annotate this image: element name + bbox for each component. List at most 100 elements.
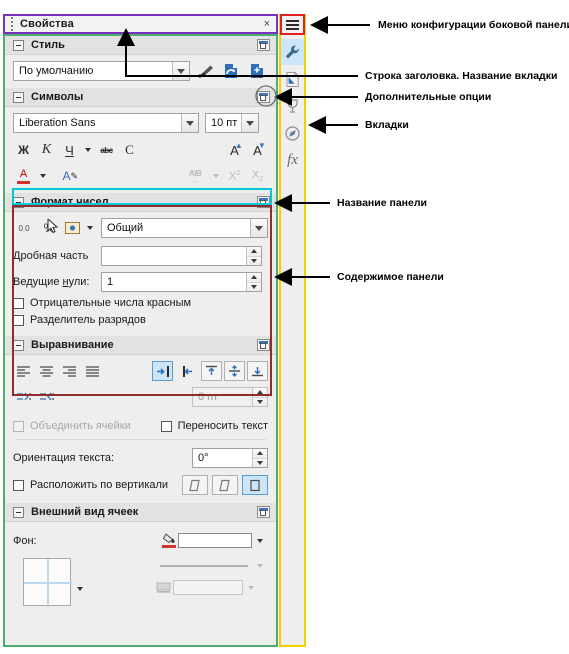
negative-red-checkbox[interactable]: Отрицательные числа красным: [13, 297, 268, 309]
close-icon[interactable]: ×: [264, 18, 270, 30]
character-spacing-button[interactable]: A\B ↔: [182, 166, 208, 186]
panel-body-style: По умолчанию: [5, 55, 276, 88]
background-color-swatch[interactable]: [178, 533, 252, 548]
highlight-color-button[interactable]: A ✎: [56, 166, 78, 186]
checkbox-box: [13, 297, 24, 309]
align-left-button[interactable]: [13, 361, 34, 381]
update-style-icon[interactable]: [221, 61, 242, 81]
annotation-title-bar: Строка заголовка. Название вкладки: [365, 70, 558, 82]
overline-glyph: C: [125, 142, 134, 157]
subscript-button[interactable]: X2: [247, 166, 268, 186]
decrease-font-size-button[interactable]: A ▼: [247, 140, 268, 160]
strikethrough-button[interactable]: abc: [96, 140, 117, 160]
border-style-dropdown-icon[interactable]: [252, 564, 268, 568]
deck-title-bar[interactable]: Свойства ×: [3, 14, 278, 34]
chevron-down-icon[interactable]: [250, 219, 267, 237]
reference-edge-inside-button[interactable]: [242, 475, 268, 495]
panel-header-character[interactable]: Символы: [5, 88, 276, 107]
collapse-icon[interactable]: [13, 196, 24, 208]
annotation-sidebar-settings: Меню конфигурации боковой панели: [378, 19, 569, 31]
sidebar-deck: Свойства × Стиль По умолчанию Символы Li…: [3, 14, 278, 647]
underline-dropdown-icon[interactable]: [82, 140, 94, 160]
more-options-icon[interactable]: [257, 39, 270, 51]
wrap-text-checkbox[interactable]: Переносить текст: [160, 420, 268, 432]
more-options-icon[interactable]: [257, 91, 270, 103]
more-options-icon[interactable]: [257, 196, 270, 208]
more-options-icon[interactable]: [257, 339, 270, 351]
sidebar-item-functions[interactable]: fx: [281, 147, 304, 173]
stepper-icon[interactable]: [252, 388, 267, 406]
collapse-icon[interactable]: [13, 91, 24, 103]
underline-button[interactable]: Ч: [59, 140, 80, 160]
sidebar-item-navigator[interactable]: [281, 120, 304, 146]
text-orientation-spinner[interactable]: 0°: [192, 448, 268, 468]
navigator-icon: [285, 125, 300, 141]
new-style-icon[interactable]: [247, 61, 268, 81]
align-justified-button[interactable]: [82, 361, 103, 381]
panel-header-cell-appearance[interactable]: Внешний вид ячеек: [5, 503, 276, 522]
chevron-down-icon[interactable]: [241, 114, 258, 132]
collapse-icon[interactable]: [13, 506, 24, 518]
format-number-button[interactable]: 0.0: [13, 218, 35, 238]
overline-button[interactable]: C: [119, 140, 140, 160]
panel-header-number-format[interactable]: Формат чисел: [5, 193, 276, 212]
stepper-icon[interactable]: [246, 247, 261, 265]
cell-borders-preview[interactable]: [23, 558, 72, 607]
font-name-combobox[interactable]: Liberation Sans: [13, 113, 199, 133]
number-format-combobox[interactable]: Общий: [101, 218, 268, 238]
indent-spinner[interactable]: 0 пт: [192, 387, 268, 407]
sidebar-item-properties[interactable]: [281, 39, 304, 65]
increase-font-size-button[interactable]: A ▲: [224, 140, 245, 160]
sidebar-item-styles[interactable]: [281, 66, 304, 92]
italic-button[interactable]: K: [36, 140, 57, 160]
decrease-indent-button[interactable]: [36, 387, 57, 407]
align-center-button[interactable]: [36, 361, 57, 381]
format-dropdown-icon[interactable]: [84, 218, 96, 238]
cell-borders-dropdown-icon[interactable]: [71, 587, 89, 591]
increase-indent-button[interactable]: [13, 387, 34, 407]
stepper-icon[interactable]: [252, 449, 267, 467]
thousands-separator-checkbox[interactable]: Разделитель разрядов: [13, 314, 268, 326]
collapse-icon[interactable]: [13, 39, 24, 51]
merge-cells-checkbox[interactable]: Объединить ячейки: [13, 420, 131, 432]
text-direction-rtl-button[interactable]: [175, 361, 196, 381]
decimal-places-spinner[interactable]: [101, 246, 262, 266]
border-color-swatch[interactable]: [173, 580, 243, 595]
font-size-combobox[interactable]: 10 пт: [205, 113, 259, 133]
panel-header-alignment[interactable]: Выравнивание: [5, 336, 276, 355]
chevron-down-icon[interactable]: [181, 114, 198, 132]
align-bottom-button[interactable]: [247, 361, 268, 381]
clone-formatting-icon[interactable]: [195, 61, 216, 81]
align-top-button[interactable]: [201, 361, 222, 381]
background-color-icon[interactable]: [162, 533, 176, 548]
drag-grip-icon[interactable]: [8, 17, 16, 31]
collapse-icon[interactable]: [13, 339, 24, 351]
more-options-icon[interactable]: [257, 506, 270, 518]
panel-header-style[interactable]: Стиль: [5, 36, 276, 55]
text-direction-ltr-button[interactable]: [152, 361, 173, 381]
bold-button[interactable]: Ж: [13, 140, 34, 160]
format-currency-button[interactable]: [63, 218, 81, 238]
reference-edge-bottom-button[interactable]: [182, 475, 208, 495]
border-color-row[interactable]: [156, 580, 268, 595]
sidebar-settings-button[interactable]: [280, 14, 305, 35]
hamburger-icon: [286, 19, 299, 22]
font-color-dropdown-icon[interactable]: [36, 166, 50, 186]
format-percent-button[interactable]: %: [38, 218, 60, 238]
spacing-dropdown-icon[interactable]: [210, 166, 222, 186]
border-style-row[interactable]: [156, 564, 268, 568]
sidebar-item-gallery[interactable]: [281, 93, 304, 119]
stepper-icon[interactable]: [246, 273, 261, 291]
leading-zeros-spinner[interactable]: 1: [101, 272, 262, 292]
font-color-button[interactable]: A: [13, 166, 34, 186]
align-middle-button[interactable]: [224, 361, 245, 381]
align-right-button[interactable]: [59, 361, 80, 381]
style-combobox[interactable]: По умолчанию: [13, 61, 190, 81]
vertical-stack-checkbox[interactable]: Расположить по вертикали: [13, 479, 168, 491]
background-label: Фон:: [13, 534, 37, 547]
reference-edge-top-button[interactable]: [212, 475, 238, 495]
background-color-dropdown-icon[interactable]: [252, 538, 268, 543]
superscript-button[interactable]: X2: [224, 166, 245, 186]
chevron-down-icon[interactable]: [172, 62, 189, 80]
border-color-dropdown-icon[interactable]: [243, 585, 259, 590]
